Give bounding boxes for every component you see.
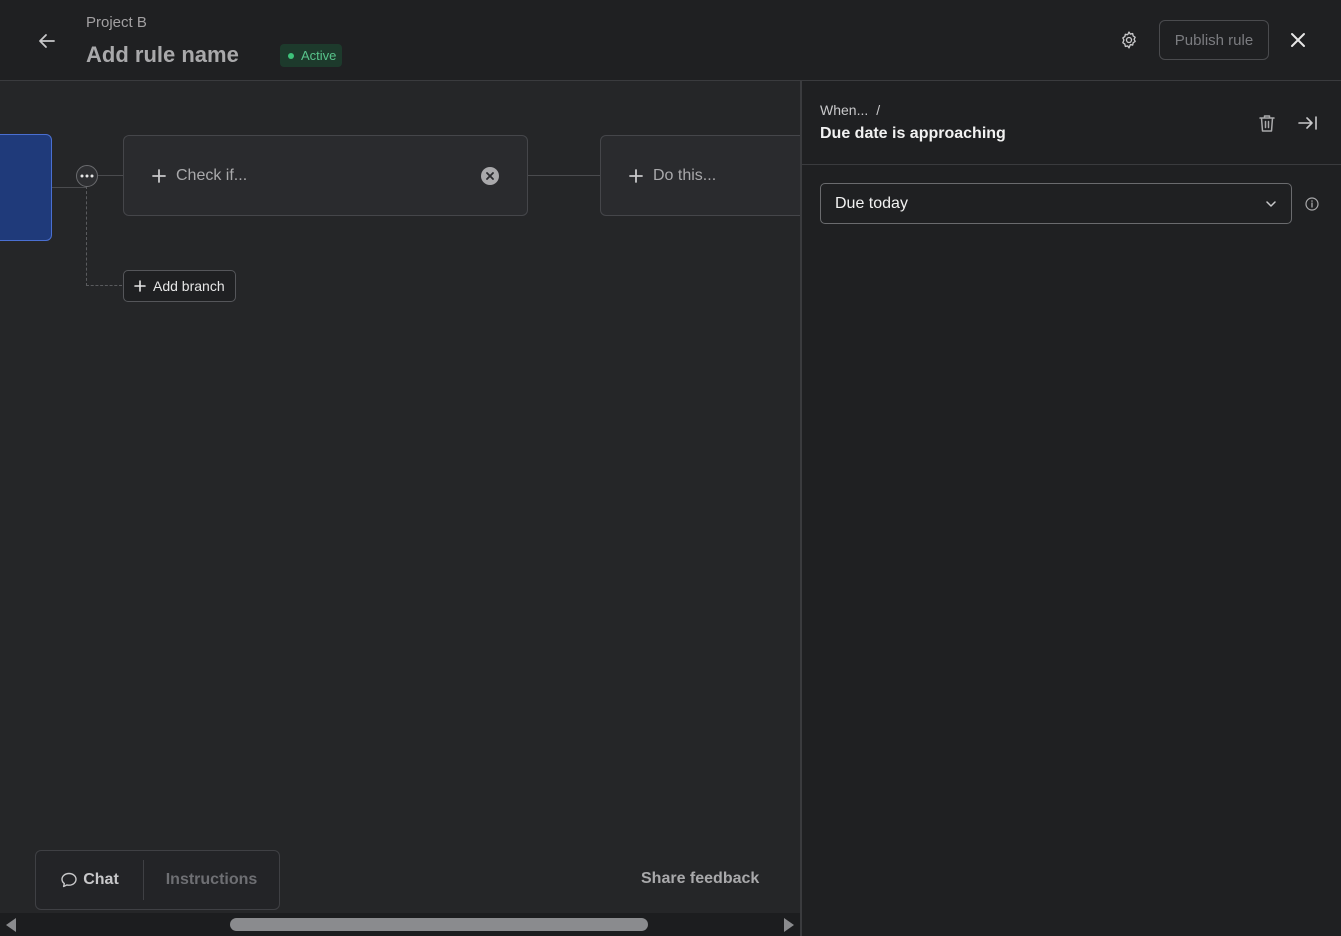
do-this-label: Do this... — [653, 166, 717, 184]
scroll-right-arrow-icon[interactable] — [784, 918, 794, 932]
chevron-down-icon — [1265, 200, 1277, 208]
status-label: Active — [301, 48, 337, 63]
header: Project B Add rule name Active Publish r… — [0, 0, 1341, 81]
check-if-node[interactable]: Check if... — [123, 135, 528, 216]
panel-header: When... / Due date is approaching — [802, 81, 1341, 165]
add-branch-button[interactable]: Add branch — [123, 270, 236, 302]
branch-connector — [86, 186, 87, 286]
trash-icon — [1259, 115, 1275, 132]
arrow-left-icon — [39, 34, 55, 48]
rule-canvas[interactable]: Check if... Do this... Add branch Chat I… — [0, 81, 800, 936]
plus-icon — [629, 168, 643, 183]
settings-button[interactable] — [1116, 27, 1142, 53]
collapse-panel-icon — [1298, 116, 1317, 130]
share-feedback-link[interactable]: Share feedback — [641, 870, 759, 888]
scroll-thumb[interactable] — [230, 918, 648, 931]
info-button[interactable] — [1304, 196, 1320, 212]
back-button[interactable] — [32, 26, 62, 56]
delete-trigger-button[interactable] — [1256, 112, 1278, 134]
instructions-tab[interactable]: Instructions — [144, 860, 279, 900]
status-badge: Active — [280, 44, 343, 67]
check-if-label: Check if... — [176, 166, 248, 184]
do-this-node[interactable]: Do this... — [600, 135, 800, 216]
trigger-node[interactable] — [0, 134, 52, 241]
breadcrumb: When... / — [820, 102, 880, 118]
plus-icon — [134, 280, 146, 292]
scroll-left-arrow-icon[interactable] — [6, 918, 16, 932]
close-icon — [1291, 33, 1305, 47]
gear-icon — [1122, 31, 1136, 49]
more-options-button[interactable] — [76, 165, 98, 187]
assistant-tabs: Chat Instructions — [35, 850, 280, 910]
connector-line — [528, 175, 600, 176]
connector-line — [98, 175, 123, 176]
breadcrumb-separator: / — [876, 102, 881, 118]
chat-tab[interactable]: Chat — [36, 860, 144, 900]
remove-circle-icon — [486, 172, 494, 180]
due-date-select-value: Due today — [835, 194, 908, 212]
panel-title: Due date is approaching — [820, 125, 1006, 142]
info-icon — [1305, 197, 1319, 211]
status-dot-icon — [288, 52, 294, 59]
chat-bubble-icon — [61, 872, 77, 888]
more-horizontal-icon — [80, 174, 94, 178]
close-button[interactable] — [1285, 27, 1311, 53]
due-date-select[interactable]: Due today — [820, 183, 1292, 224]
project-name: Project B — [86, 14, 147, 31]
remove-node-button[interactable] — [481, 167, 499, 185]
publish-rule-button[interactable]: Publish rule — [1159, 20, 1269, 60]
horizontal-scrollbar[interactable] — [0, 913, 800, 936]
rule-name-input[interactable]: Add rule name — [86, 42, 239, 68]
chat-label: Chat — [83, 871, 119, 888]
add-branch-label: Add branch — [153, 278, 225, 294]
breadcrumb-when[interactable]: When... — [820, 102, 868, 118]
trigger-details-panel: When... / Due date is approaching Due to… — [800, 81, 1341, 936]
collapse-panel-button[interactable] — [1296, 112, 1320, 134]
connector-line — [52, 187, 86, 188]
branch-connector — [86, 285, 122, 286]
plus-icon — [152, 168, 166, 183]
